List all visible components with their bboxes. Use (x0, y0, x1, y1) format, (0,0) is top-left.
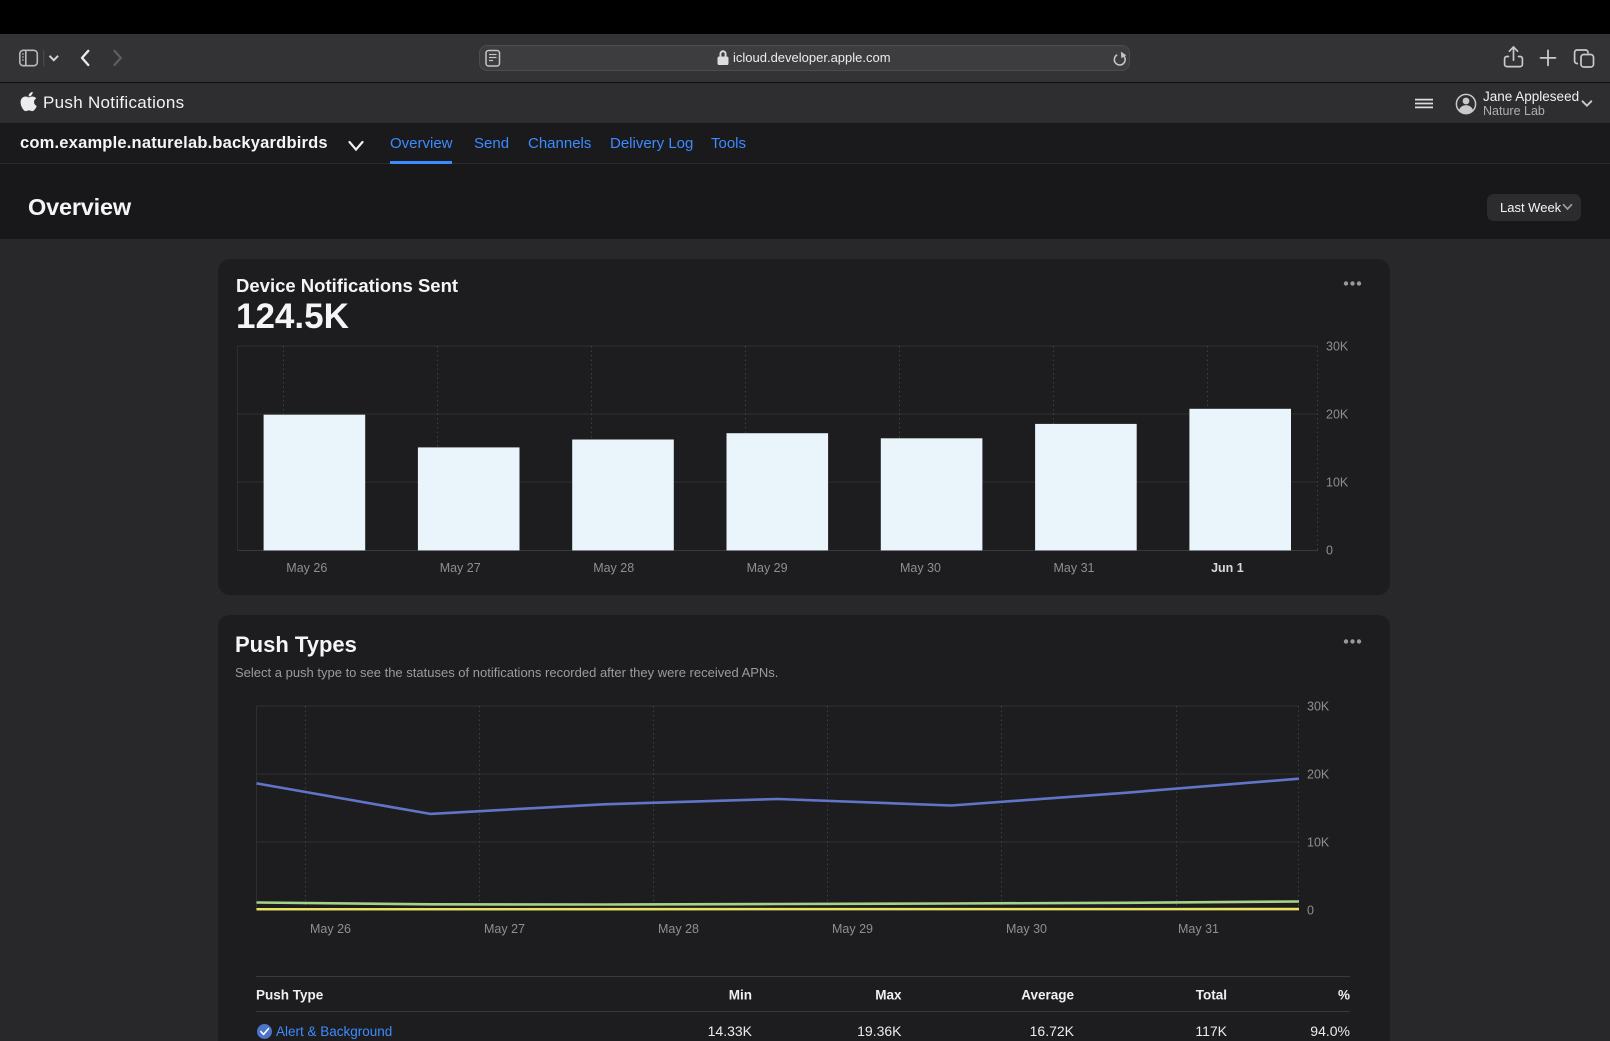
svg-text:20K: 20K (1307, 768, 1330, 782)
svg-text:Min: Min (729, 988, 752, 1003)
svg-text:Max: Max (875, 988, 902, 1003)
svg-text:May 27: May 27 (440, 561, 481, 575)
svg-text:16.72K: 16.72K (1030, 1023, 1075, 1039)
svg-text:May 31: May 31 (1054, 561, 1095, 575)
svg-text:30K: 30K (1326, 340, 1349, 354)
svg-text:Jun 1: Jun 1 (1211, 561, 1244, 575)
svg-text:May 28: May 28 (593, 561, 634, 575)
svg-text:May 29: May 29 (832, 922, 873, 936)
svg-text:May 29: May 29 (747, 561, 788, 575)
svg-text:May 27: May 27 (484, 922, 525, 936)
svg-text:94.0%: 94.0% (1310, 1023, 1350, 1039)
svg-text:May 30: May 30 (900, 561, 941, 575)
svg-text:10K: 10K (1307, 836, 1330, 850)
svg-text:0: 0 (1307, 904, 1314, 918)
svg-text:30K: 30K (1307, 700, 1330, 714)
svg-text:19.36K: 19.36K (857, 1023, 902, 1039)
svg-text:May 30: May 30 (1006, 922, 1047, 936)
svg-text:May 26: May 26 (310, 922, 351, 936)
svg-text:117K: 117K (1195, 1023, 1227, 1039)
svg-text:Average: Average (1021, 988, 1074, 1003)
svg-text:20K: 20K (1326, 408, 1349, 422)
svg-text:May 28: May 28 (658, 922, 699, 936)
svg-text:14.33K: 14.33K (708, 1023, 753, 1039)
svg-text:May 31: May 31 (1178, 922, 1219, 936)
svg-text:Push Type: Push Type (256, 988, 324, 1003)
svg-text:0: 0 (1326, 544, 1333, 558)
svg-text:%: % (1338, 988, 1350, 1003)
svg-text:Total: Total (1196, 988, 1227, 1003)
svg-text:10K: 10K (1326, 476, 1349, 490)
svg-text:May 26: May 26 (286, 561, 327, 575)
svg-text:Alert & Background: Alert & Background (276, 1024, 392, 1039)
